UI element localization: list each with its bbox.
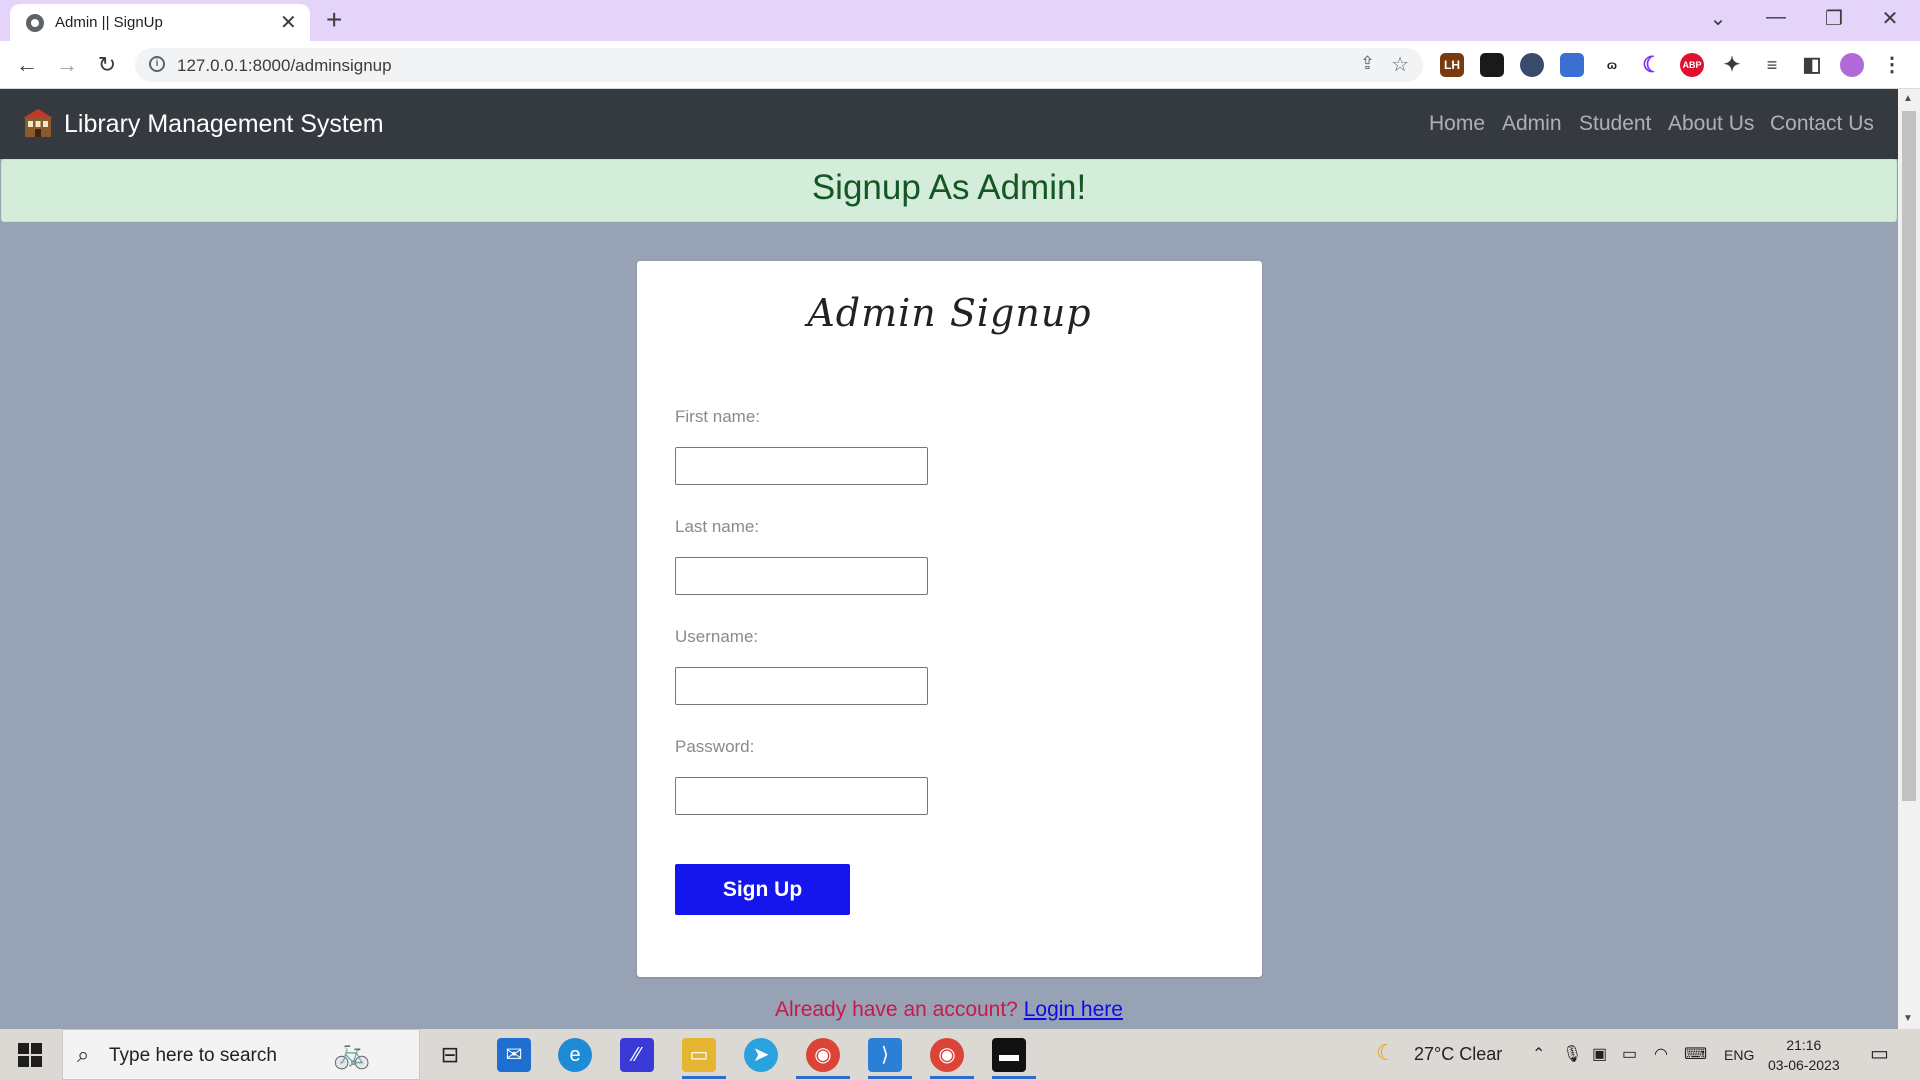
vscode-icon[interactable]: ⟩ bbox=[868, 1038, 902, 1072]
vscode-active-indicator bbox=[868, 1076, 912, 1079]
microphone-icon[interactable]: 🎙 bbox=[1562, 1044, 1582, 1064]
telegram-icon[interactable]: ➤ bbox=[744, 1038, 778, 1072]
share-icon[interactable]: ⇪ bbox=[1360, 53, 1375, 74]
alert-text: Signup As Admin! bbox=[811, 168, 1087, 207]
login-prompt: Already have an account? Login here bbox=[0, 998, 1898, 1022]
scrollbar-thumb[interactable] bbox=[1902, 111, 1916, 801]
close-window-button[interactable]: ✕ bbox=[1870, 6, 1910, 31]
close-tab-icon[interactable]: ✕ bbox=[280, 10, 297, 35]
extension-omega-icon[interactable]: ɷ bbox=[1600, 53, 1624, 77]
adblock-icon[interactable]: ABP bbox=[1680, 53, 1704, 77]
mail-icon[interactable]: ✉ bbox=[497, 1038, 531, 1072]
browser-toolbar: ← → ↻ i 127.0.0.1:8000/adminsignup ⇪ ☆ L… bbox=[0, 41, 1920, 89]
edge-browser-icon[interactable]: e bbox=[558, 1038, 592, 1072]
clock-date: 03-06-2023 bbox=[1768, 1057, 1840, 1073]
last-name-label: Last name: bbox=[675, 517, 760, 536]
show-hidden-icons-chevron-icon[interactable]: ⌃ bbox=[1532, 1044, 1545, 1064]
language-indicator[interactable]: ENG bbox=[1724, 1047, 1754, 1063]
notifications-icon[interactable]: ▭ bbox=[1870, 1041, 1889, 1066]
browser-menu-icon[interactable]: ⋮ bbox=[1880, 53, 1904, 77]
app-icon[interactable]: ⁄⁄ bbox=[620, 1038, 654, 1072]
file-explorer-icon[interactable]: ▭ bbox=[682, 1038, 716, 1072]
site-brand[interactable]: Library Management System bbox=[64, 110, 384, 139]
nav-link-about-us[interactable]: About Us bbox=[1668, 112, 1754, 136]
address-bar[interactable]: i 127.0.0.1:8000/adminsignup ⇪ ☆ bbox=[135, 48, 1423, 82]
site-navbar: Library Management System Home Admin Stu… bbox=[0, 89, 1898, 159]
wifi-icon[interactable]: ◠ bbox=[1654, 1044, 1668, 1064]
password-input[interactable] bbox=[675, 777, 928, 815]
forward-button[interactable]: → bbox=[52, 50, 82, 80]
page-scrollbar[interactable]: ▲ ▼ bbox=[1898, 89, 1920, 1029]
terminal-active-indicator bbox=[992, 1076, 1036, 1079]
username-label: Username: bbox=[675, 627, 759, 646]
first-name-input[interactable] bbox=[675, 447, 928, 485]
camera-icon[interactable]: ▣ bbox=[1592, 1044, 1607, 1064]
media-control-icon[interactable]: ≡ bbox=[1760, 53, 1784, 77]
windows-start-icon[interactable] bbox=[18, 1043, 42, 1067]
clock-time: 21:16 bbox=[1786, 1037, 1822, 1053]
extension-cursor-icon[interactable] bbox=[1520, 53, 1544, 77]
tab-title: Admin || SignUp bbox=[55, 14, 163, 31]
chrome-icon[interactable]: ◉ bbox=[806, 1038, 840, 1072]
bicycle-icon: 🚲 bbox=[333, 1037, 371, 1070]
chrome-profile-active-indicator bbox=[930, 1076, 974, 1079]
extensions-puzzle-icon[interactable]: ✦ bbox=[1720, 53, 1744, 77]
username-input[interactable] bbox=[675, 667, 928, 705]
login-prompt-text: Already have an account? bbox=[775, 998, 1018, 1021]
login-here-link[interactable]: Login here bbox=[1024, 998, 1123, 1021]
scroll-down-arrow-icon[interactable]: ▼ bbox=[1903, 1013, 1913, 1024]
keyboard-icon[interactable]: ⌨ bbox=[1684, 1044, 1707, 1064]
windows-taskbar: ⌕ Type here to search 🚲 ⊟ ✉ e ⁄⁄ ▭ ➤ ◉ ⟩… bbox=[0, 1029, 1920, 1080]
library-building-icon bbox=[23, 109, 53, 137]
site-info-icon[interactable]: i bbox=[149, 56, 165, 72]
extension-screen-icon[interactable] bbox=[1560, 53, 1584, 77]
scroll-up-arrow-icon[interactable]: ▲ bbox=[1903, 93, 1913, 104]
battery-icon[interactable]: ▭ bbox=[1622, 1044, 1637, 1064]
globe-icon bbox=[26, 14, 44, 32]
taskbar-search-box[interactable]: ⌕ Type here to search 🚲 bbox=[62, 1029, 420, 1080]
tab-search-icon[interactable]: ⌄ bbox=[1698, 6, 1738, 31]
password-label: Password: bbox=[675, 737, 755, 756]
last-name-input[interactable] bbox=[675, 557, 928, 595]
nav-link-student[interactable]: Student bbox=[1579, 112, 1651, 136]
extension-lighthouse-icon[interactable]: LH bbox=[1440, 53, 1464, 77]
restore-button[interactable]: ❐ bbox=[1814, 6, 1854, 31]
nav-link-admin[interactable]: Admin bbox=[1502, 112, 1562, 136]
profile-avatar[interactable] bbox=[1840, 53, 1864, 77]
system-clock[interactable]: 21:16 03-06-2023 bbox=[1768, 1035, 1840, 1075]
weather-moon-icon[interactable]: ☾ bbox=[1376, 1040, 1396, 1066]
signup-alert-banner: Signup As Admin! bbox=[1, 159, 1897, 222]
side-panel-icon[interactable]: ◧ bbox=[1800, 53, 1824, 77]
reload-button[interactable]: ↻ bbox=[92, 50, 122, 80]
taskbar-search-placeholder[interactable]: Type here to search bbox=[109, 1045, 277, 1067]
signup-card: Admin Signup First name: Last name: User… bbox=[637, 261, 1262, 977]
first-name-label: First name: bbox=[675, 407, 761, 426]
browser-tab[interactable]: Admin || SignUp ✕ bbox=[10, 4, 310, 41]
weather-text[interactable]: 27°C Clear bbox=[1414, 1044, 1502, 1065]
nav-link-home[interactable]: Home bbox=[1429, 112, 1485, 136]
sign-up-button[interactable]: Sign Up bbox=[675, 864, 850, 915]
chrome-profile-icon[interactable]: ◉ bbox=[930, 1038, 964, 1072]
new-tab-button[interactable]: + bbox=[326, 4, 342, 36]
back-button[interactable]: ← bbox=[12, 50, 42, 80]
dark-mode-icon[interactable]: ☾ bbox=[1640, 53, 1664, 77]
task-view-icon[interactable]: ⊟ bbox=[433, 1038, 467, 1072]
extension-icon[interactable] bbox=[1480, 53, 1504, 77]
chrome-active-indicator bbox=[796, 1076, 850, 1079]
bookmark-star-icon[interactable]: ☆ bbox=[1391, 52, 1409, 77]
address-url[interactable]: 127.0.0.1:8000/adminsignup bbox=[177, 56, 392, 76]
minimize-button[interactable]: — bbox=[1756, 6, 1796, 29]
terminal-icon[interactable]: ▬ bbox=[992, 1038, 1026, 1072]
nav-link-contact-us[interactable]: Contact Us bbox=[1770, 112, 1874, 136]
browser-tab-strip: Admin || SignUp ✕ + ⌄ — ❐ ✕ bbox=[0, 0, 1920, 41]
search-icon: ⌕ bbox=[77, 1042, 90, 1067]
form-title: Admin Signup bbox=[807, 291, 1092, 335]
file-explorer-active-indicator bbox=[682, 1076, 726, 1079]
